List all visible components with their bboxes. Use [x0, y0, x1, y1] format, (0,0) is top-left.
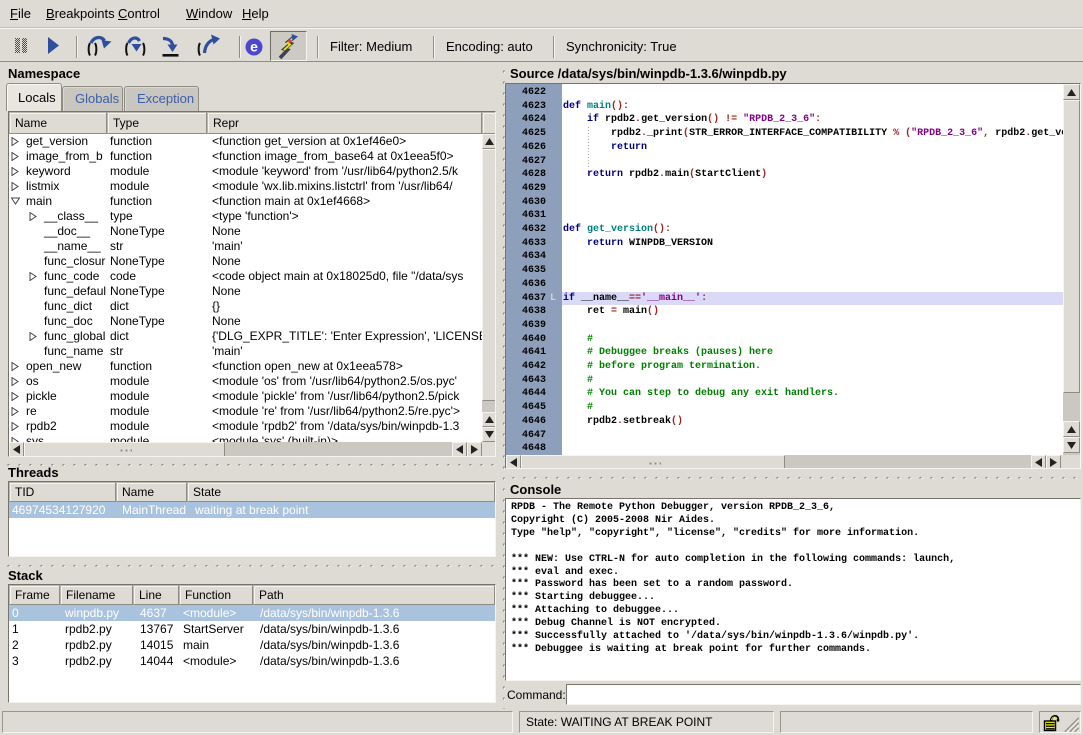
svg-text:e: e: [250, 39, 258, 55]
